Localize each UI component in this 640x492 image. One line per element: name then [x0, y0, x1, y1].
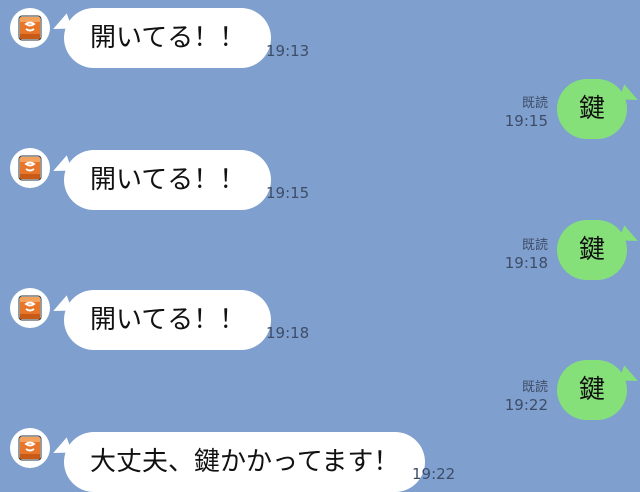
- message-time: 19:18: [504, 254, 548, 272]
- message-bubble[interactable]: 鍵: [557, 360, 627, 420]
- read-receipt: 既読: [521, 238, 548, 253]
- message-time: 19:15: [266, 184, 310, 202]
- message-time: 19:22: [412, 465, 456, 483]
- avatar[interactable]: [10, 148, 50, 188]
- orange-pouch-icon: [18, 435, 42, 461]
- read-receipt: 既読: [521, 380, 548, 395]
- message-time: 19:18: [266, 324, 310, 342]
- chat-area[interactable]: 開いてる！！ 19:13 既読 19:15 鍵 開いてる！！ 19:15 既読 …: [0, 0, 640, 492]
- message-time: 19:15: [504, 112, 548, 130]
- message-bubble[interactable]: 鍵: [557, 79, 627, 139]
- message-bubble[interactable]: 開いてる！！: [64, 150, 272, 210]
- orange-pouch-icon: [18, 15, 42, 41]
- message-bubble[interactable]: 鍵: [557, 220, 627, 280]
- message-bubble[interactable]: 開いてる！！: [64, 8, 272, 68]
- orange-pouch-icon: [18, 295, 42, 321]
- avatar[interactable]: [10, 288, 50, 328]
- message-bubble[interactable]: 大丈夫、鍵かかってます！: [64, 432, 426, 492]
- message-bubble[interactable]: 開いてる！！: [64, 290, 272, 350]
- message-time: 19:22: [504, 396, 548, 414]
- orange-pouch-icon: [18, 155, 42, 181]
- message-time: 19:13: [266, 42, 310, 60]
- avatar[interactable]: [10, 8, 50, 48]
- read-receipt: 既読: [521, 96, 548, 111]
- avatar[interactable]: [10, 428, 50, 468]
